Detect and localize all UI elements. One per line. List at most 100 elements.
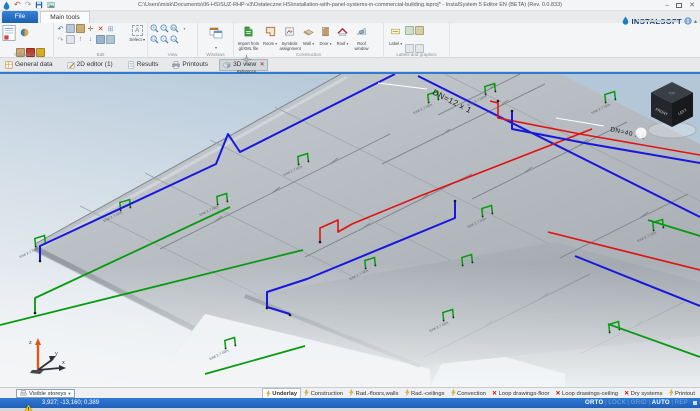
button-label: Roof window xyxy=(352,42,372,52)
ribbon-group-label: Calculations xyxy=(0,52,53,57)
doc-tab-label: General data xyxy=(15,61,53,68)
pipe-node[interactable] xyxy=(266,307,269,310)
close-button[interactable]: ✕ xyxy=(689,1,695,10)
doc-tab-2d-editor-1-[interactable]: 2D editor (1) xyxy=(64,60,116,70)
mode-auto[interactable]: AUTO xyxy=(652,400,670,406)
doc-tab-results[interactable]: Results xyxy=(124,60,162,70)
lower-icon[interactable]: ↓ xyxy=(86,35,95,44)
help-globe-icon[interactable] xyxy=(684,12,692,30)
maximize-button[interactable] xyxy=(676,3,682,8)
quick-access-toolbar: ↶ ↷ xyxy=(0,0,55,11)
disabled-cross-icon: ✕ xyxy=(492,390,497,397)
pipe-node[interactable] xyxy=(39,260,42,263)
minimize-button[interactable]: – xyxy=(665,1,669,10)
raise-icon[interactable]: ↑ xyxy=(76,35,85,44)
windows-dropdown-icon[interactable]: ▾ xyxy=(200,45,232,50)
button-label: Wall ▾ xyxy=(301,42,317,47)
mode-orto[interactable]: ORTO xyxy=(585,400,603,406)
wall-button[interactable]: Wall ▾ xyxy=(301,24,317,47)
label-button[interactable]: Label ▾ xyxy=(387,24,405,47)
undo-icon[interactable]: ↶ xyxy=(14,1,21,9)
redo-icon[interactable]: ↷ xyxy=(25,1,32,9)
layer-bar: Visible storeys ▾ UnderlayConstructionRa… xyxy=(0,387,700,398)
export-image-icon[interactable] xyxy=(47,1,55,9)
pan-icon[interactable]: ↔ xyxy=(170,35,179,44)
mirror-h-icon[interactable] xyxy=(96,35,105,44)
pipe-node[interactable] xyxy=(289,314,292,317)
ribbon-group-constr: Import from gbXML fileRoom ▾Symbols assi… xyxy=(234,23,384,58)
undo-icon[interactable]: ↶ xyxy=(56,24,65,33)
paste-icon[interactable] xyxy=(76,24,85,33)
pipe-node[interactable] xyxy=(319,241,322,244)
layer-tab-label: Printout xyxy=(675,391,695,397)
warning-icon[interactable]: ! xyxy=(24,399,33,411)
pipe-node[interactable] xyxy=(34,312,37,315)
pipe-node[interactable] xyxy=(497,100,500,103)
mode-rep[interactable]: REP xyxy=(675,400,688,406)
mirror-v-icon[interactable] xyxy=(106,35,115,44)
mode-lock[interactable]: LOCK xyxy=(608,400,626,406)
symbols-assignment-button[interactable]: Symbols assignment xyxy=(280,24,300,52)
layer-tab-label: Rad.-ceilings xyxy=(411,391,445,397)
windows-icon[interactable] xyxy=(209,27,223,44)
layer-tab-label: Underlay xyxy=(272,391,297,397)
copy-icon[interactable] xyxy=(66,24,75,33)
ribbon-group-view: +−▭▾□◦↔View xyxy=(148,23,198,58)
roof-window-icon xyxy=(356,24,367,41)
room-button[interactable]: Room ▾ xyxy=(262,24,279,47)
pipe-node[interactable] xyxy=(454,200,457,203)
pipe-node[interactable] xyxy=(511,110,514,113)
view-more-icon[interactable]: ▾ xyxy=(180,24,189,33)
door-button[interactable]: Door ▾ xyxy=(318,24,334,47)
symbols-icon xyxy=(284,24,295,41)
rectangle-icon[interactable] xyxy=(66,35,75,44)
layer-tab-label: Rad.-floors,walls xyxy=(356,391,399,397)
redo-icon[interactable]: ↷ xyxy=(56,35,65,44)
collapse-ribbon-icon[interactable]: ▴ xyxy=(694,18,697,25)
status-bar: ! 3,927; -13,160; 0,389 ORTO|LOCK|GRID|A… xyxy=(0,398,700,408)
title-bar: ↶ ↷ C:\Users\misk\Documents\06-HS\SUZ-RH… xyxy=(0,0,700,11)
3d-scene[interactable]: total 2.7 l/2mtotal 2.7 l/2mtotal 2.7 l/… xyxy=(0,74,700,387)
ribbon-group-label: Construction xyxy=(234,52,383,57)
flash-icon xyxy=(405,389,410,398)
zoom-out-icon[interactable]: − xyxy=(160,24,169,33)
mode-grid[interactable]: GRID xyxy=(631,400,647,406)
zoom-window-icon[interactable]: □ xyxy=(150,35,159,44)
doc-tab-printouts[interactable]: Printouts xyxy=(169,60,211,70)
import-from-gbxml-file-button[interactable]: Import from gbXML file xyxy=(237,24,261,52)
3d-view-icon xyxy=(223,61,231,69)
results-icon xyxy=(127,61,135,69)
ribbon-group-label: Labels and graphics xyxy=(384,52,449,57)
zoom-in-icon[interactable]: + xyxy=(150,24,159,33)
delete-icon[interactable]: ✕ xyxy=(96,24,105,33)
ribbon-group-edit: ↶ ✛✕⊞ ↷ ↑↓ ASelect ▾ Edit xyxy=(54,23,148,58)
roof-button[interactable]: Roof ▾ xyxy=(335,24,351,47)
status-grip[interactable] xyxy=(693,401,697,405)
move-icon[interactable]: ✛ xyxy=(86,24,95,33)
picture-icon[interactable] xyxy=(405,26,414,35)
select-button[interactable]: ASelect ▾ xyxy=(129,24,145,42)
3d-viewport[interactable]: total 2.7 l/2mtotal 2.7 l/2mtotal 2.7 l/… xyxy=(0,74,700,387)
zoom-object-icon[interactable]: ◦ xyxy=(160,35,169,44)
calculations-icon[interactable] xyxy=(2,29,17,46)
ribbon-group-label: Edit xyxy=(54,52,147,57)
zoom-extents-icon[interactable]: ▭ xyxy=(170,24,179,33)
legend-icon[interactable] xyxy=(415,26,424,35)
svg-text:TOP: TOP xyxy=(669,92,676,96)
visible-storeys-button[interactable]: Visible storeys ▾ xyxy=(16,389,75,398)
ribbon-tab-file[interactable]: File xyxy=(2,11,38,23)
storeys-dropdown-icon: ▾ xyxy=(68,391,70,397)
ribbon-tab-main-tools[interactable]: Main tools xyxy=(40,11,90,23)
save-icon[interactable] xyxy=(35,1,43,9)
roof-window-button[interactable]: Roof window xyxy=(352,24,372,52)
close-tab-icon[interactable]: × xyxy=(260,61,264,68)
wall-icon xyxy=(303,24,314,41)
options-icon[interactable] xyxy=(20,24,29,41)
axis-label-x: x xyxy=(62,360,65,366)
button-label: Roof ▾ xyxy=(335,42,351,47)
navigation-marker[interactable] xyxy=(636,128,647,139)
ribbon-group-labels: Label ▾ Labels and graphics xyxy=(384,23,450,58)
app-droplet-icon xyxy=(3,1,10,10)
array-icon[interactable]: ⊞ xyxy=(106,24,115,33)
doc-tab-general-data[interactable]: General data xyxy=(2,60,56,70)
